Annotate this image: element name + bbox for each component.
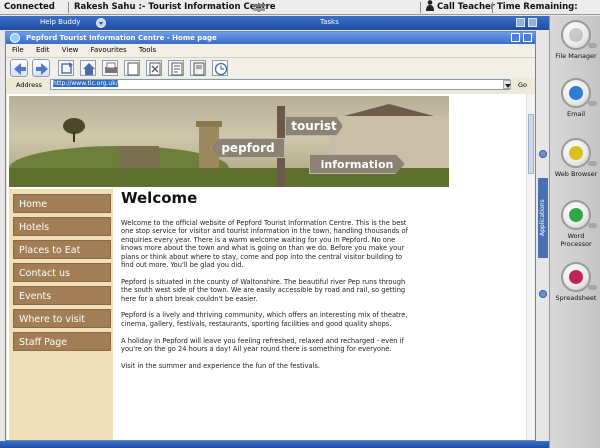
nav-places-to-eat[interactable]: Places to Eat xyxy=(13,240,111,259)
web-browser-icon xyxy=(561,138,597,168)
divider xyxy=(68,2,69,13)
app-spreadsheet[interactable]: Spreadsheet xyxy=(554,262,598,302)
toolbar xyxy=(6,57,535,78)
app-label: Email xyxy=(566,110,586,118)
bottom-bar xyxy=(0,441,549,448)
close-window-icon[interactable] xyxy=(523,33,532,42)
menu-view[interactable]: View xyxy=(62,46,79,54)
header-banner-image: tourist pepford information xyxy=(9,96,449,187)
app-label: Word Processor xyxy=(560,232,592,248)
call-teacher-label: Call Teacher xyxy=(437,2,495,12)
user-session-title: Rakesh Sahu :- Tourist Information Centr… xyxy=(74,2,276,12)
tasks-bar: Help Buddy Tasks xyxy=(0,16,549,30)
spreadsheet-icon xyxy=(561,262,597,292)
left-navigation: Home Hotels Places to Eat Contact us Eve… xyxy=(9,189,113,440)
address-dropdown-icon[interactable] xyxy=(503,80,511,89)
app-web-browser[interactable]: Web Browser xyxy=(554,138,598,178)
home-icon[interactable] xyxy=(80,60,96,76)
divider xyxy=(492,2,493,13)
history-icon[interactable] xyxy=(212,60,228,76)
address-input[interactable]: http://www.tic.org.uk/ xyxy=(50,79,510,90)
person-icon xyxy=(426,0,434,11)
app-label: Spreadsheet xyxy=(555,294,597,302)
browser-window: Pepford Tourist Information Centre - Hom… xyxy=(5,31,536,441)
applications-tab[interactable]: Applications xyxy=(538,178,548,258)
nav-where-to-visit[interactable]: Where to visit xyxy=(13,309,111,328)
paragraph: Pepford is a lively and thriving communi… xyxy=(121,311,408,328)
refresh-icon[interactable] xyxy=(58,60,74,76)
menu-edit[interactable]: Edit xyxy=(36,46,50,54)
app-file-manager[interactable]: File Manager xyxy=(554,20,598,60)
app-email[interactable]: Email xyxy=(554,78,598,118)
divider xyxy=(420,2,421,13)
print-icon[interactable] xyxy=(102,60,118,76)
signpost-icon xyxy=(252,3,266,12)
paragraph: Pepford is situated in the county of Wal… xyxy=(121,277,406,303)
help-buddy-label: Help Buddy xyxy=(40,18,81,26)
stop-icon[interactable] xyxy=(146,60,162,76)
menu-bar: File Edit View Favourites Tools xyxy=(6,44,535,57)
collapse-arrow-icon[interactable] xyxy=(539,150,547,158)
word-processor-icon xyxy=(561,200,597,230)
scrollbar-thumb[interactable] xyxy=(528,114,534,174)
time-remaining: Time Remaining: 49:34 xyxy=(497,2,578,27)
nav-events[interactable]: Events xyxy=(13,286,111,305)
favourites-icon[interactable] xyxy=(190,60,206,76)
back-button[interactable] xyxy=(10,59,28,77)
menu-tools[interactable]: Tools xyxy=(139,46,156,54)
page-heading: Welcome xyxy=(121,189,198,207)
applications-sidebar: File Manager Email Web Browser Word Proc… xyxy=(549,16,600,448)
close-icon[interactable] xyxy=(528,18,537,27)
connection-status: Connected xyxy=(4,2,55,12)
nav-contact-us[interactable]: Contact us xyxy=(13,263,111,282)
page-viewport: tourist pepford information Home Hotels … xyxy=(7,94,526,440)
app-word-processor[interactable]: Word Processor xyxy=(554,200,598,248)
tasks-label: Tasks xyxy=(320,18,339,26)
collapse-arrow-icon[interactable] xyxy=(539,290,547,298)
paragraph: A holiday in Pepford will leave you feel… xyxy=(121,336,404,354)
top-status-bar: Connected Rakesh Sahu :- Tourist Informa… xyxy=(0,0,600,27)
nav-home[interactable]: Home xyxy=(13,194,111,213)
main-content: Welcome Welcome to the official website … xyxy=(121,189,411,379)
nav-hotels[interactable]: Hotels xyxy=(13,217,111,236)
app-label: File Manager xyxy=(555,52,597,60)
address-bar: Address http://www.tic.org.uk/ Go xyxy=(6,78,535,91)
maximize-icon[interactable] xyxy=(511,33,520,42)
browser-title-bar: Pepford Tourist Information Centre - Hom… xyxy=(6,32,535,44)
edit-page-icon[interactable] xyxy=(168,60,184,76)
browser-title: Pepford Tourist Information Centre - Hom… xyxy=(26,34,217,42)
menu-file[interactable]: File xyxy=(12,46,24,54)
paragraph: Visit in the summer and experience the f… xyxy=(121,361,321,370)
app-label: Web Browser xyxy=(554,170,598,178)
magnifier-icon xyxy=(561,20,597,50)
vertical-scrollbar[interactable] xyxy=(526,94,535,440)
page-icon[interactable] xyxy=(124,60,140,76)
address-value: http://www.tic.org.uk/ xyxy=(53,80,118,87)
call-teacher-button[interactable]: Call Teacher xyxy=(426,0,495,15)
menu-favourites[interactable]: Favourites xyxy=(91,46,127,54)
signpost-tourist: tourist xyxy=(285,116,343,136)
restore-icon[interactable] xyxy=(516,18,525,27)
email-icon xyxy=(561,78,597,108)
help-buddy-dropdown-button[interactable] xyxy=(96,18,106,28)
signpost-information: information xyxy=(309,154,405,174)
browser-logo-icon xyxy=(10,33,20,43)
go-button[interactable]: Go xyxy=(518,81,527,89)
address-label: Address xyxy=(16,81,42,89)
nav-staff-page[interactable]: Staff Page xyxy=(13,332,111,351)
forward-button[interactable] xyxy=(32,59,50,77)
paragraph: Welcome to the official website of Pepfo… xyxy=(121,219,408,270)
signpost-pepford: pepford xyxy=(211,138,285,158)
